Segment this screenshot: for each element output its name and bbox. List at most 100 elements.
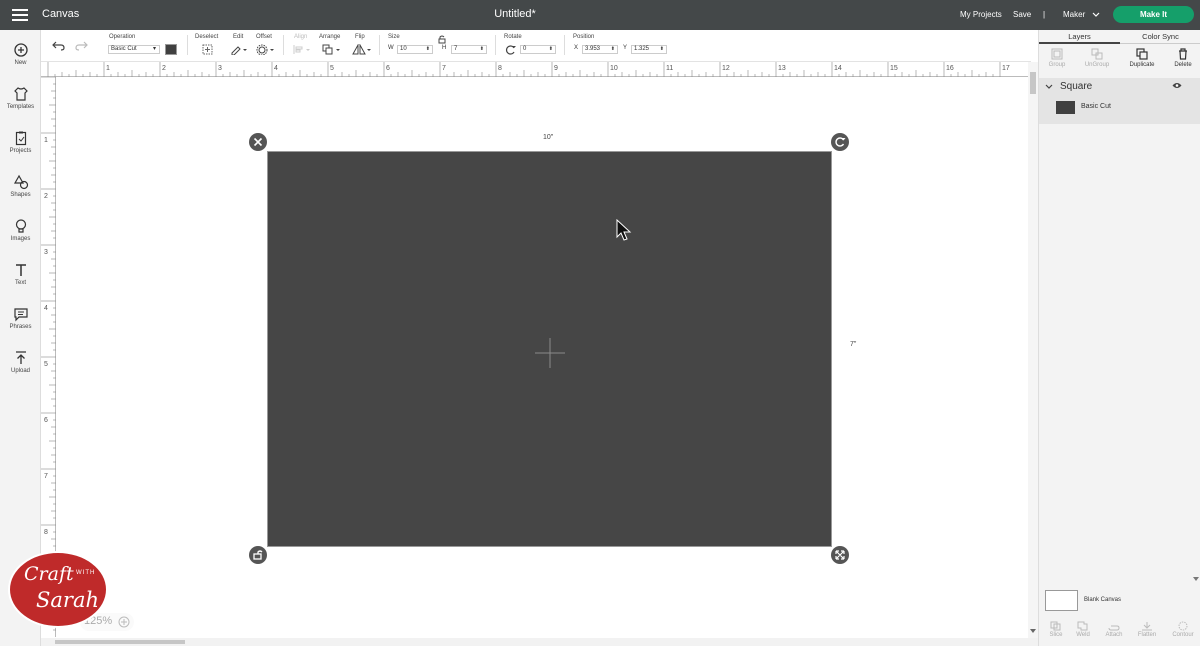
upload-arrow-icon (15, 351, 26, 364)
tab-layers[interactable]: Layers (1039, 30, 1120, 44)
flip-icon[interactable] (352, 44, 372, 55)
document-title[interactable]: Untitled* (0, 8, 1030, 20)
horizontal-scroll-thumb[interactable] (55, 640, 185, 644)
trash-icon (1179, 48, 1187, 60)
ruler-label: 8 (498, 65, 502, 72)
operation-select[interactable]: Basic Cut ▾ (108, 45, 160, 54)
ruler-label: 10 (610, 65, 618, 72)
contour-button[interactable]: Contour (1163, 621, 1200, 638)
sidebar-item-label: Shapes (10, 192, 31, 198)
ruler-label: 3 (44, 249, 48, 256)
align-label: Align (294, 34, 308, 40)
redo-icon[interactable] (75, 41, 88, 51)
rotate-input[interactable]: 0 ⬍ (520, 45, 556, 54)
attach-label: Attach (1105, 632, 1123, 638)
ruler-label: 1 (44, 137, 48, 144)
logo-text-with: WITH (76, 570, 96, 576)
toolbar-divider (379, 35, 380, 55)
panel-scrollbar[interactable] (1193, 48, 1199, 583)
y-position-input[interactable]: 1.325 ⬍ (631, 45, 667, 54)
ruler-label: 5 (44, 361, 48, 368)
ruler-label: 16 (946, 65, 954, 72)
operation-value: Basic Cut (111, 46, 137, 52)
resize-handle[interactable] (831, 546, 849, 564)
stepper-icon[interactable]: ⬍ (549, 46, 553, 53)
vertical-scroll-thumb[interactable] (1030, 72, 1036, 94)
offset-icon[interactable] (256, 44, 275, 55)
y-label: Y (623, 45, 628, 51)
sidebar-item-templates[interactable]: Templates (0, 80, 41, 120)
sidebar-item-text[interactable]: Text (0, 256, 41, 296)
horizontal-scrollbar[interactable] (41, 638, 1038, 646)
toolbar-divider (495, 35, 496, 55)
my-projects-link[interactable]: My Projects (960, 10, 1002, 19)
stepper-icon[interactable]: ⬍ (611, 46, 615, 53)
sidebar-item-images[interactable]: Images (0, 212, 41, 252)
layer-group-square[interactable]: Square Basic Cut (1039, 78, 1200, 124)
stepper-icon[interactable]: ⬍ (480, 46, 484, 53)
group-button[interactable]: Group (1037, 48, 1077, 68)
sidebar-item-shapes[interactable]: Shapes (0, 168, 41, 208)
duplicate-button[interactable]: Duplicate (1122, 48, 1162, 68)
resize-arrows-icon (835, 550, 845, 560)
vertical-scrollbar[interactable] (1028, 62, 1038, 638)
y-value: 1.325 (634, 46, 650, 52)
ungroup-label: UnGroup (1084, 62, 1110, 68)
delete-handle[interactable] (249, 133, 267, 151)
width-dimension-label: 10" (543, 134, 554, 141)
toolbar-divider (564, 35, 565, 55)
sidebar-item-label: Text (14, 280, 26, 286)
ruler-label: 15 (890, 65, 898, 72)
machine-select[interactable]: Maker (1063, 10, 1085, 19)
craft-with-sarah-logo: Craft WITH Sarah (8, 551, 108, 628)
rotate-icon (506, 45, 516, 55)
scroll-down-arrow-icon[interactable] (1193, 576, 1199, 582)
deselect-icon[interactable] (202, 44, 213, 55)
color-swatch[interactable] (165, 44, 177, 55)
close-icon (253, 137, 263, 147)
width-input[interactable]: 10 ⬍ (397, 45, 433, 54)
lightbulb-icon (15, 219, 26, 233)
chevron-down-icon[interactable] (1092, 12, 1100, 18)
ruler-label: 6 (386, 65, 390, 72)
height-input[interactable]: 7 ⬍ (451, 45, 487, 54)
layer-item-label: Basic Cut (1081, 103, 1111, 110)
zoom-in-icon[interactable] (118, 616, 130, 628)
text-t-icon (15, 264, 26, 276)
height-value: 7 (454, 46, 458, 52)
selected-square-shape[interactable] (267, 151, 832, 547)
blank-canvas-thumbnail[interactable] (1045, 590, 1078, 611)
design-canvas[interactable]: 10" 7" (56, 77, 1028, 637)
tab-color-sync[interactable]: Color Sync (1120, 30, 1200, 44)
sidebar-item-phrases[interactable]: Phrases (0, 300, 41, 340)
chevron-down-icon[interactable] (1045, 84, 1053, 90)
position-label: Position (573, 34, 595, 40)
arrange-icon[interactable] (322, 44, 342, 55)
layer-group-name: Square (1060, 81, 1093, 92)
flatten-icon (1142, 622, 1152, 631)
rotate-label: Rotate (504, 34, 522, 40)
lock-icon[interactable] (438, 35, 446, 44)
ungroup-button[interactable]: UnGroup (1077, 48, 1117, 68)
stepper-icon[interactable]: ⬍ (660, 46, 664, 53)
ruler-label: 6 (44, 417, 48, 424)
eye-visibility-icon[interactable] (1172, 82, 1182, 89)
toolbar-divider (187, 35, 188, 55)
contour-icon (1178, 621, 1188, 631)
x-position-input[interactable]: 3.953 ⬍ (582, 45, 618, 54)
sidebar-item-new[interactable]: New (0, 36, 41, 76)
make-it-button[interactable]: Make It (1113, 6, 1194, 23)
ruler-label: 1 (106, 65, 110, 72)
align-icon[interactable] (292, 44, 312, 55)
undo-icon[interactable] (52, 41, 65, 51)
left-sidebar: New Templates Projects Shapes Images Tex… (0, 30, 41, 646)
lock-proportions-handle[interactable] (249, 546, 267, 564)
pencil-edit-icon[interactable] (230, 44, 248, 55)
stepper-icon[interactable]: ⬍ (426, 46, 430, 53)
arrange-label: Arrange (319, 34, 341, 40)
save-link[interactable]: Save (1013, 10, 1031, 19)
sidebar-item-projects[interactable]: Projects (0, 124, 41, 164)
rotate-handle[interactable] (831, 133, 849, 151)
flatten-button[interactable]: Flatten (1127, 621, 1167, 638)
sidebar-item-upload[interactable]: Upload (0, 344, 41, 384)
